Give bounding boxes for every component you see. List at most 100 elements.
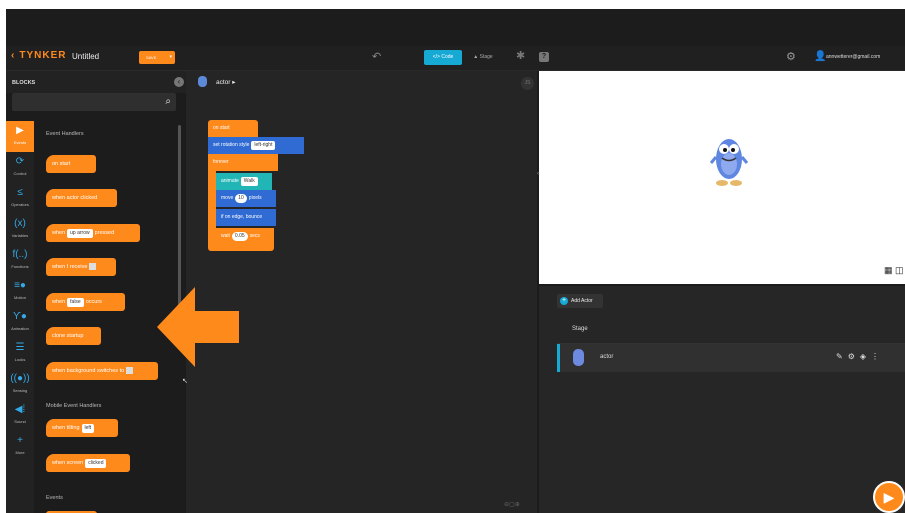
zoom-controls[interactable]: ⊖▢⊕ xyxy=(504,501,520,508)
save-label: SAVE xyxy=(146,55,157,60)
message-slot[interactable] xyxy=(89,263,97,271)
user-email[interactable]: annwetterer@gmail.com xyxy=(826,54,880,60)
move-value-input[interactable]: 10 xyxy=(235,194,247,203)
block-when-actor-clicked[interactable]: when actor clicked xyxy=(46,189,117,207)
script-forever[interactable]: forever xyxy=(208,154,278,171)
category-motion[interactable]: ≡● Motion xyxy=(6,276,34,307)
back-chevron-icon[interactable]: ‹ xyxy=(11,50,15,61)
settings-gear-icon[interactable]: ⚙ xyxy=(848,352,860,361)
stage-collapse-icon[interactable]: ‹ xyxy=(537,171,539,177)
help-icon[interactable]: ? xyxy=(539,52,549,62)
tab-stage[interactable]: ▲ Stage xyxy=(466,50,500,65)
more-icon: + xyxy=(17,435,23,446)
js-toggle[interactable]: JS xyxy=(521,77,534,90)
wait-value-input[interactable]: 0.05 xyxy=(231,232,248,241)
actor-sprite[interactable] xyxy=(710,131,748,189)
script-wait[interactable]: wait 0.05 secs xyxy=(216,228,274,245)
section-mobile-event-handlers: Mobile Event Handlers xyxy=(46,403,102,409)
category-functions[interactable]: f(..) Functions xyxy=(6,245,34,276)
script-move[interactable]: move 10 pixels xyxy=(216,190,276,207)
stage-layout-icons[interactable]: ▦ ◫ xyxy=(884,265,904,276)
search-input[interactable]: ⌕ xyxy=(12,93,176,111)
category-more[interactable]: + More xyxy=(6,431,34,462)
category-sound[interactable]: ◀⁞ Sound xyxy=(6,400,34,431)
category-label: Looks xyxy=(14,357,26,362)
background-slot[interactable] xyxy=(126,367,134,375)
script-on-start[interactable]: on start xyxy=(208,120,258,137)
block-text: move xyxy=(221,195,234,201)
rotation-dropdown[interactable]: left-right xyxy=(251,141,276,150)
category-label: Operators xyxy=(11,202,29,207)
stage-canvas[interactable]: ‹ ▦ ◫ xyxy=(537,71,905,284)
block-when-key-pressed[interactable]: when up arrow pressed xyxy=(46,224,140,242)
script-if-on-edge-bounce[interactable]: if on edge, bounce xyxy=(216,209,276,226)
category-label: Animation xyxy=(11,326,29,331)
category-looks[interactable]: ☰ Looks xyxy=(6,338,34,369)
category-label: Sound xyxy=(14,419,26,424)
collapse-icon[interactable]: ‹ xyxy=(174,77,184,87)
more-vertical-icon[interactable]: ⋮ xyxy=(871,352,884,361)
block-text: when screen xyxy=(52,460,84,466)
block-when-tilting[interactable]: when tilting left xyxy=(46,419,118,437)
category-animation[interactable]: Ƴ● Animation xyxy=(6,307,34,338)
edit-pencil-icon[interactable]: ✎ xyxy=(836,352,848,361)
block-on-start[interactable]: on start xyxy=(46,155,96,173)
plus-icon: + xyxy=(560,297,568,305)
block-when-i-receive[interactable]: when I receive xyxy=(46,258,116,276)
current-actor[interactable]: actor ▸ xyxy=(216,78,236,86)
category-sensing[interactable]: ((●)) Sensing xyxy=(6,369,34,400)
category-variables[interactable]: (x) Variables xyxy=(6,214,34,245)
script-animate[interactable]: animate Walk xyxy=(216,173,272,190)
screen-dropdown[interactable]: clicked xyxy=(85,459,107,468)
tilt-dropdown[interactable]: left xyxy=(81,424,95,433)
save-button[interactable]: SAVE ▾ xyxy=(139,51,175,64)
block-clone-startup[interactable]: clone startup xyxy=(46,327,101,345)
tab-stage-label: Stage xyxy=(479,54,493,60)
block-when-occurs[interactable]: when false occurs xyxy=(46,293,125,311)
robot-icon[interactable]: ⚙ xyxy=(786,50,796,63)
actor-name: actor xyxy=(600,354,614,360)
undo-icon[interactable]: ↶ xyxy=(372,50,381,63)
layers-icon[interactable]: ◈ xyxy=(860,352,871,361)
block-text: animate xyxy=(221,178,239,184)
control-icon: ⟳ xyxy=(15,156,25,167)
tynker-logo[interactable]: ‹ TYNKER xyxy=(11,50,66,61)
user-icon[interactable]: 👤 xyxy=(814,51,826,62)
debug-bug-icon[interactable]: ✱ xyxy=(516,49,525,62)
animation-dropdown[interactable]: Walk xyxy=(240,177,258,186)
category-operators[interactable]: ≤ Operators xyxy=(6,183,34,214)
current-actor-label: actor xyxy=(216,79,231,86)
category-label: Variables xyxy=(11,233,29,238)
pointer-arrow-overlay xyxy=(157,287,239,367)
category-control[interactable]: ⟳ Control xyxy=(6,152,34,183)
block-text: pixels xyxy=(248,195,262,201)
category-label: Motion xyxy=(13,295,26,300)
block-text: when xyxy=(52,299,66,305)
events-icon: ▶ xyxy=(16,125,24,136)
block-text: occurs xyxy=(85,299,102,305)
sensing-icon: ((●)) xyxy=(10,373,30,384)
category-list: ▶ Events ⟳ Control ≤ Operators (x) Variables… xyxy=(6,121,34,513)
play-button[interactable]: ▶ xyxy=(873,481,905,513)
condition-slot[interactable]: false xyxy=(67,298,84,307)
add-actor-button[interactable]: + Add Actor xyxy=(557,294,603,308)
mouse-cursor-icon: ↖ xyxy=(182,378,188,385)
logo-text: TYNKER xyxy=(19,50,67,61)
key-dropdown[interactable]: up arrow xyxy=(67,229,93,238)
motion-icon: ≡● xyxy=(14,280,26,291)
stage-row-label: Stage xyxy=(572,326,588,332)
block-when-background-switches[interactable]: when background switches to xyxy=(46,362,158,380)
sound-icon: ◀⁞ xyxy=(14,404,26,415)
category-events[interactable]: ▶ Events xyxy=(6,121,34,152)
actor-row[interactable]: actor ✎⚙◈⋮ xyxy=(557,344,905,372)
block-text: when xyxy=(52,230,66,236)
tab-code[interactable]: </> Code xyxy=(424,50,462,65)
chevron-down-icon: ▾ xyxy=(169,54,172,60)
project-title[interactable]: Untitled xyxy=(72,52,99,61)
stage-row[interactable]: Stage xyxy=(557,316,905,344)
category-label: Events xyxy=(13,140,27,145)
animation-icon: Ƴ● xyxy=(13,311,27,322)
block-when-screen-clicked[interactable]: when screen clicked xyxy=(46,454,130,472)
forever-foot xyxy=(208,245,274,251)
script-set-rotation[interactable]: set rotation style left-right xyxy=(208,137,304,154)
